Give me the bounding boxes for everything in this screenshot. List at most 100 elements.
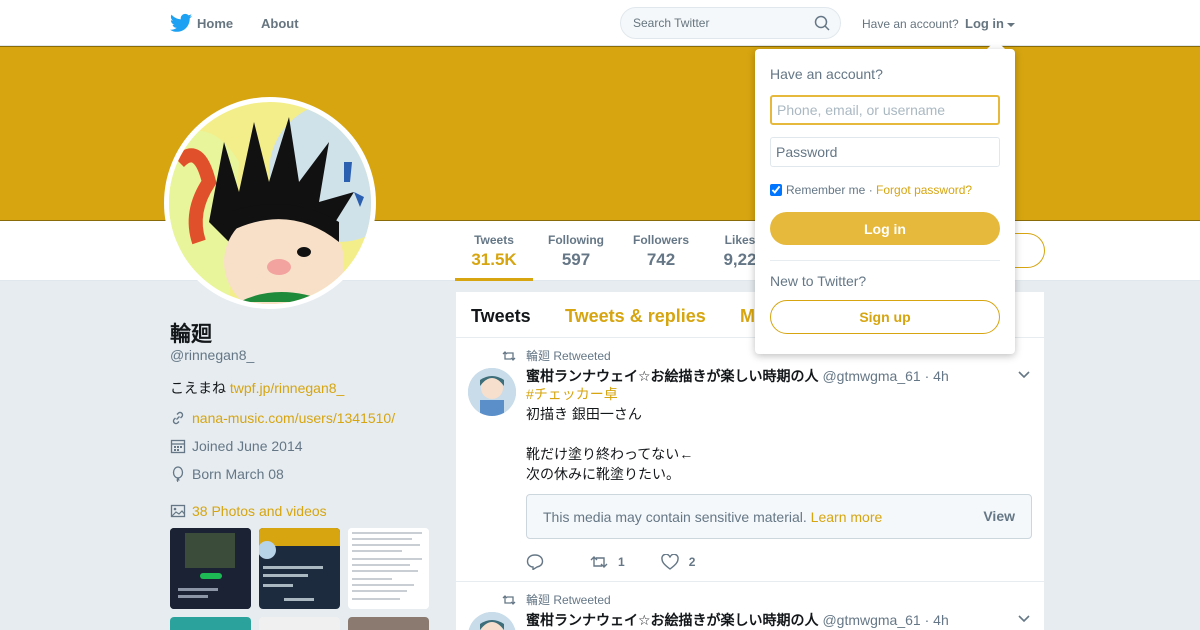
sensitive-media-notice: This media may contain sensitive materia… (526, 494, 1032, 539)
thumbnail-image (170, 528, 251, 609)
media-thumbnail[interactable] (348, 617, 429, 630)
media-thumbnail[interactable] (170, 528, 251, 609)
tab-media[interactable]: M (740, 306, 755, 327)
tweet-author-handle[interactable]: @gtmwgma_61 (822, 368, 920, 384)
tab-tweets-replies[interactable]: Tweets & replies (565, 306, 706, 327)
tweet-header: 蜜柑ランナウェイ☆お絵描きが楽しい時期の人 @gtmwgma_61 · 4h (526, 610, 949, 630)
login-button[interactable]: Log in (770, 212, 1000, 245)
tweet-line: 次の休みに靴塗りたい。 (526, 466, 680, 482)
tweet-author-name[interactable]: 蜜柑ランナウェイ☆お絵描きが楽しい時期の人 (526, 612, 819, 628)
chevron-down-icon[interactable] (1018, 615, 1030, 623)
nav-home-link[interactable]: Home (197, 16, 233, 31)
login-dropdown-toggle[interactable]: Log in (965, 16, 1015, 31)
tweet-separator: · (924, 368, 930, 384)
retweet-icon (502, 350, 516, 361)
tweet-separator: · (924, 612, 930, 628)
stat-label: Following (548, 233, 604, 247)
new-to-twitter-text: New to Twitter? (770, 273, 867, 289)
profile-joined: Joined June 2014 (170, 438, 303, 454)
stat-following[interactable]: Following 597 (540, 233, 612, 270)
joined-text: Joined June 2014 (192, 438, 303, 454)
calendar-icon (170, 439, 186, 454)
avatar-image (468, 612, 516, 630)
tweet-avatar[interactable] (468, 368, 516, 416)
avatar-illustration (169, 102, 371, 304)
profile-bio: こえまね twpf.jp/rinnegan8_ (170, 378, 344, 398)
photos-videos-link[interactable]: 38 Photos and videos (170, 503, 327, 519)
stat-followers[interactable]: Followers 742 (626, 233, 696, 270)
tweet-timestamp[interactable]: 4h (933, 368, 949, 384)
forgot-password-link[interactable]: Forgot password? (876, 183, 972, 197)
search-box (620, 7, 841, 39)
caret-down-icon (1007, 22, 1015, 27)
reply-icon (526, 554, 544, 570)
chevron-down-icon[interactable] (1018, 371, 1030, 379)
profile-avatar[interactable] (164, 97, 376, 309)
profile-birthday: Born March 08 (170, 466, 284, 482)
tweet-author-name[interactable]: 蜜柑ランナウェイ☆お絵描きが楽しい時期の人 (526, 368, 819, 384)
active-tab-underline (455, 278, 533, 281)
media-thumbnail[interactable] (348, 528, 429, 609)
login-toggle-label: Log in (965, 16, 1004, 31)
search-input[interactable] (621, 8, 801, 38)
tweet[interactable]: 輪廻 Retweeted 蜜柑ランナウェイ☆お絵描きが楽しい時期の人 @gtmw… (456, 582, 1044, 630)
view-media-button[interactable]: View (983, 508, 1015, 524)
tweet-author-handle[interactable]: @gtmwgma_61 (822, 612, 920, 628)
website-link[interactable]: nana-music.com/users/1341510/ (192, 410, 395, 426)
thumbnail-image (259, 528, 340, 609)
like-button[interactable]: 2 (660, 554, 695, 570)
reply-button[interactable] (526, 554, 554, 570)
learn-more-link[interactable]: Learn more (811, 509, 883, 525)
sensitive-message: This media may contain sensitive materia… (543, 509, 882, 525)
signup-button[interactable]: Sign up (770, 300, 1000, 334)
retweet-button[interactable]: 1 (590, 554, 625, 570)
password-field[interactable] (770, 137, 1000, 167)
tweet-avatar[interactable] (468, 612, 516, 630)
have-account-text: Have an account? (862, 17, 959, 31)
tweet-timestamp[interactable]: 4h (933, 612, 949, 628)
twitter-bird-icon[interactable] (170, 13, 192, 33)
stat-label: Tweets (474, 233, 514, 247)
profile-handle[interactable]: @rinnegan8_ (170, 347, 254, 363)
stat-label: Followers (632, 233, 689, 247)
media-thumbnail[interactable] (170, 617, 251, 630)
retweet-icon (590, 556, 608, 568)
tweet-actions: 1 2 (526, 554, 731, 570)
remember-separator: · (868, 183, 873, 197)
retweet-icon (502, 594, 516, 605)
tweet-line: 靴だけ塗り終わってない← (526, 446, 694, 462)
search-icon[interactable] (814, 15, 830, 31)
image-icon (170, 504, 186, 518)
stat-value: 597 (561, 250, 591, 269)
stat-value: 31.5K (471, 250, 517, 269)
username-field[interactable] (770, 95, 1000, 125)
link-icon (172, 411, 184, 425)
dropdown-title: Have an account? (770, 66, 883, 82)
sensitive-text: This media may contain sensitive materia… (543, 509, 807, 525)
profile-name[interactable]: 輪廻 (170, 318, 212, 348)
retweet-context-text: 輪廻 Retweeted (526, 349, 611, 363)
retweet-count: 1 (618, 555, 625, 569)
thumbnail-image (348, 528, 429, 609)
stat-tweets[interactable]: Tweets 31.5K (455, 233, 533, 270)
bio-text: こえまね (170, 380, 226, 396)
login-dropdown: Have an account? Remember me · Forgot pa… (755, 49, 1015, 354)
remember-me-checkbox[interactable] (770, 184, 782, 196)
divider (770, 260, 1000, 261)
bio-link[interactable]: twpf.jp/rinnegan8_ (230, 380, 344, 396)
photos-count: 38 Photos and videos (192, 503, 327, 519)
top-nav: Home About Have an account? Log in (0, 0, 1200, 46)
media-thumbnail[interactable] (259, 617, 340, 630)
tweet-hashtag[interactable]: #チェッカー卓 (526, 384, 693, 404)
heart-icon (660, 554, 679, 570)
tab-tweets[interactable]: Tweets (471, 306, 531, 327)
nav-about-link[interactable]: About (261, 16, 299, 31)
tweet[interactable]: 輪廻 Retweeted 蜜柑ランナウェイ☆お絵描きが楽しい時期の人 @gtmw… (456, 338, 1044, 582)
remember-me-label: Remember me (786, 183, 866, 197)
tweet-line: 初描き 銀田一さん (526, 406, 642, 422)
tweet-text: #チェッカー卓 初描き 銀田一さん 靴だけ塗り終わってない← 次の休みに靴塗りた… (526, 384, 693, 484)
media-thumbnail[interactable] (259, 528, 340, 609)
tweet-header: 蜜柑ランナウェイ☆お絵描きが楽しい時期の人 @gtmwgma_61 · 4h (526, 366, 949, 386)
retweet-context: 輪廻 Retweeted (502, 347, 611, 364)
retweet-context: 輪廻 Retweeted (502, 591, 611, 608)
